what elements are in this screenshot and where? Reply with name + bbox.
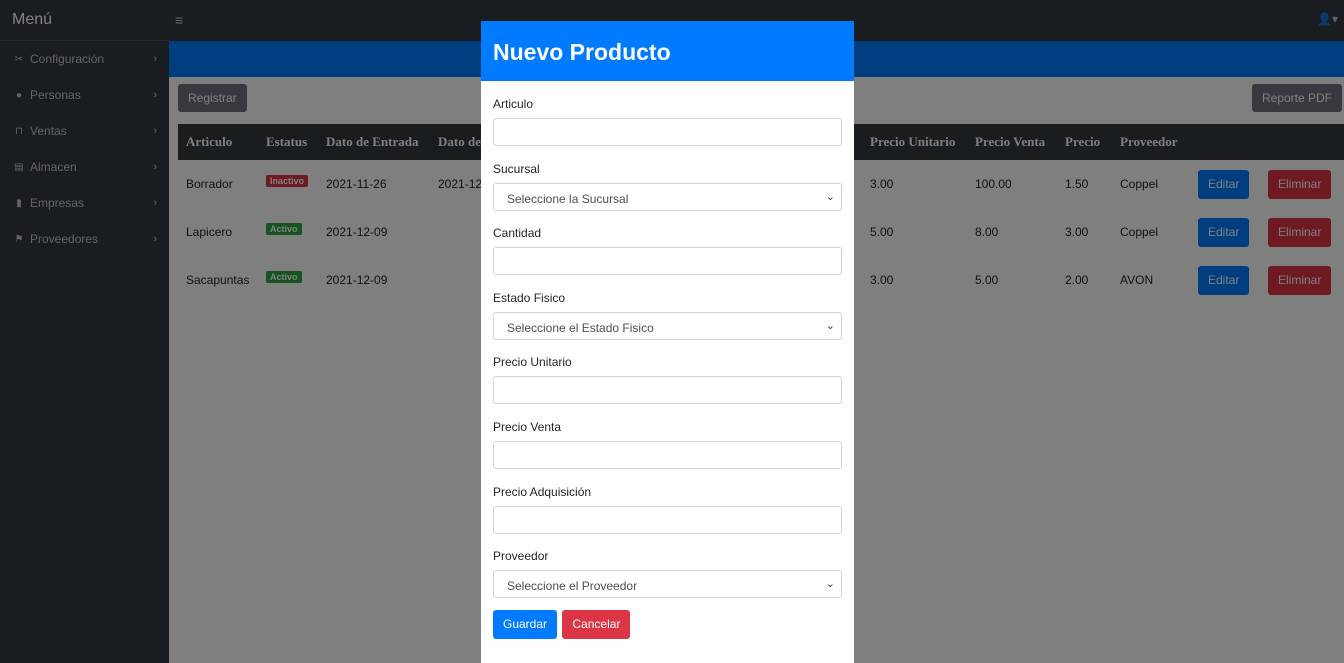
form-group-cantidad: Cantidad (493, 210, 842, 276)
chevron-down-icon: ⌄ (825, 190, 835, 203)
form-group-articulo: Articulo (493, 81, 842, 146)
select-value: Seleccione el Proveedor (507, 579, 638, 594)
chevron-down-icon: ⌄ (825, 578, 835, 591)
cantidad-input[interactable] (493, 247, 842, 276)
form-group-precio-venta: Precio Venta (493, 404, 842, 469)
field-label: Sucursal (493, 161, 540, 176)
chevron-down-icon: ⌄ (825, 319, 835, 332)
select-value: Seleccione el Estado Fisico (507, 320, 654, 335)
cancelar-button[interactable]: Cancelar (562, 610, 631, 639)
precio-venta-input[interactable] (493, 440, 842, 469)
field-label: Precio Unitario (493, 355, 572, 370)
field-label: Proveedor (493, 549, 549, 564)
proveedor-select[interactable]: Seleccione el Proveedor ⌄ (493, 570, 842, 599)
field-label: Articulo (493, 97, 534, 111)
modal-title: Nuevo Producto (481, 21, 854, 81)
modal-actions: Guardar Cancelar (493, 610, 632, 639)
field-label: Cantidad (493, 226, 542, 241)
form-group-proveedor: Proveedor Seleccione el Proveedor ⌄ (493, 533, 842, 599)
modal-body: Articulo Sucursal Seleccione la Sucursal… (481, 81, 854, 599)
form-group-estado-fisico: Estado Fisico Seleccione el Estado Fisic… (493, 275, 842, 340)
field-label: Precio Venta (493, 419, 562, 434)
estado-fisico-select[interactable]: Seleccione el Estado Fisico ⌄ (493, 311, 842, 340)
form-group-precio-adquisicion: Precio Adquisición (493, 469, 842, 534)
articulo-input[interactable] (493, 118, 842, 146)
form-group-sucursal: Sucursal Seleccione la Sucursal ⌄ (493, 146, 842, 211)
precio-adquisicion-input[interactable] (493, 505, 842, 534)
sucursal-select[interactable]: Seleccione la Sucursal ⌄ (493, 182, 842, 211)
nuevo-producto-modal: Nuevo Producto Articulo Sucursal Selecci… (481, 21, 854, 663)
guardar-button[interactable]: Guardar (493, 610, 558, 639)
precio-unitario-input[interactable] (493, 376, 842, 405)
field-label: Precio Adquisición (493, 484, 592, 499)
form-group-precio-unitario: Precio Unitario (493, 339, 842, 405)
select-value: Seleccione la Sucursal (507, 191, 629, 206)
field-label: Estado Fisico (493, 290, 566, 305)
